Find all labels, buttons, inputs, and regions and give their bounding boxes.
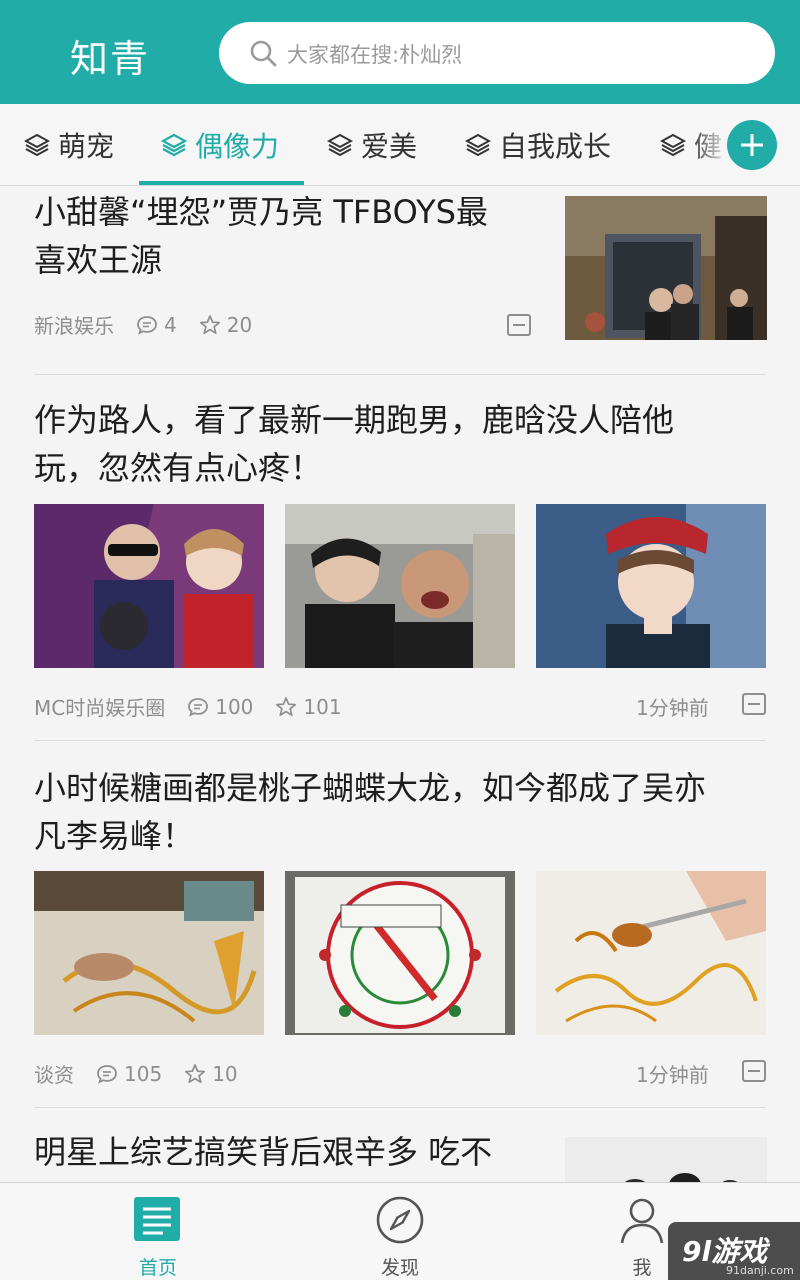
search-placeholder: 大家都在搜:朴灿烈 — [287, 43, 463, 67]
comment-count: 4 — [136, 313, 177, 337]
article-thumbnail[interactable] — [565, 1137, 767, 1182]
dismiss-button[interactable] — [742, 1060, 766, 1082]
photo-image — [34, 504, 264, 668]
article-image[interactable] — [285, 871, 515, 1035]
app-title: 知青 — [70, 37, 151, 81]
search-input[interactable]: 大家都在搜:朴灿烈 — [219, 22, 775, 84]
active-tab-indicator — [139, 181, 304, 185]
comment-icon — [97, 1064, 117, 1084]
star-count: 101 — [275, 695, 342, 719]
article-image[interactable] — [536, 504, 766, 668]
category-tabs: 萌宠 偶像力 爱美 自我成长 健 — [0, 104, 800, 186]
article-meta: 谈资 105 10 — [34, 1059, 260, 1088]
dismiss-button[interactable] — [507, 314, 531, 336]
tab-pets[interactable]: 萌宠 — [24, 104, 115, 185]
tab-label: 爱美 — [361, 130, 418, 163]
article-title: 明星上综艺搞笑背后艰辛多 吃不 — [34, 1133, 493, 1171]
article-source: 新浪娱乐 — [34, 314, 114, 338]
star-count: 20 — [199, 313, 252, 337]
article-image[interactable] — [285, 504, 515, 668]
divider — [34, 374, 766, 375]
article-thumbnail[interactable] — [565, 196, 767, 340]
layers-icon — [327, 133, 353, 157]
site-watermark: 9l游戏 91danji.com — [668, 1222, 800, 1280]
layers-icon — [24, 133, 50, 157]
nav-home[interactable]: 首页 — [58, 1183, 258, 1280]
comment-count: 100 — [187, 695, 253, 719]
article-source: MC时尚娱乐圈 — [34, 696, 166, 720]
article-image[interactable] — [34, 504, 264, 668]
search-icon — [250, 40, 277, 67]
photo-image — [34, 871, 264, 1035]
article-image[interactable] — [536, 871, 766, 1035]
star-icon — [185, 1063, 206, 1083]
article-meta: 新浪娱乐 4 20 — [34, 310, 274, 339]
star-icon — [199, 314, 220, 334]
article-time: 1分钟前 — [636, 696, 709, 720]
news-feed: 小甜馨“埋怨”贾乃亮 TFBOYS最 喜欢王源 新浪娱乐 4 20 作为路人，看… — [0, 186, 800, 1182]
divider — [34, 1107, 766, 1108]
article-time: 1分钟前 — [636, 1063, 709, 1087]
photo-image — [285, 504, 515, 668]
tab-fade — [690, 104, 730, 185]
article-title: 小甜馨“埋怨”贾乃亮 TFBOYS最 喜欢王源 — [34, 193, 488, 279]
article-title: 作为路人，看了最新一期跑男，鹿晗没人陪他 玩，忽然有点心疼！ — [34, 401, 675, 487]
tab-idol[interactable]: 偶像力 — [161, 104, 280, 185]
thumbnail-image — [565, 1137, 767, 1182]
star-count: 10 — [184, 1062, 238, 1086]
comment-count: 105 — [96, 1062, 162, 1086]
plus-icon — [741, 134, 763, 156]
top-bar: 知青 大家都在搜:朴灿烈 — [0, 0, 800, 104]
photo-image — [536, 504, 766, 668]
layers-icon — [161, 133, 187, 157]
home-list-icon — [134, 1197, 180, 1241]
comment-icon — [137, 315, 157, 335]
add-category-button[interactable] — [727, 120, 777, 170]
tab-self-growth[interactable]: 自我成长 — [465, 104, 612, 185]
comment-icon — [188, 697, 209, 717]
tab-label: 萌宠 — [58, 130, 115, 163]
watermark-url: 91danji.com — [726, 1264, 794, 1277]
nav-label: 发现 — [380, 1257, 419, 1279]
dismiss-button[interactable] — [742, 693, 766, 715]
photo-image — [285, 871, 515, 1035]
thumbnail-image — [565, 196, 767, 340]
tab-label: 自我成长 — [499, 130, 612, 163]
nav-discover[interactable]: 发现 — [300, 1183, 500, 1280]
article-image[interactable] — [34, 871, 264, 1035]
article-title: 小时候糖画都是桃子蝴蝶大龙，如今都成了吴亦 凡李易峰！ — [34, 769, 707, 855]
photo-image — [536, 871, 766, 1035]
person-icon — [620, 1198, 664, 1244]
tab-label: 偶像力 — [195, 130, 280, 163]
article-meta: MC时尚娱乐圈 100 101 — [34, 692, 364, 721]
article-source: 谈资 — [34, 1063, 74, 1087]
divider — [34, 740, 766, 741]
layers-icon — [660, 133, 686, 157]
star-icon — [276, 696, 297, 716]
tab-beauty[interactable]: 爱美 — [327, 104, 418, 185]
nav-label: 首页 — [138, 1257, 177, 1279]
layers-icon — [465, 133, 491, 157]
compass-icon — [376, 1196, 424, 1244]
